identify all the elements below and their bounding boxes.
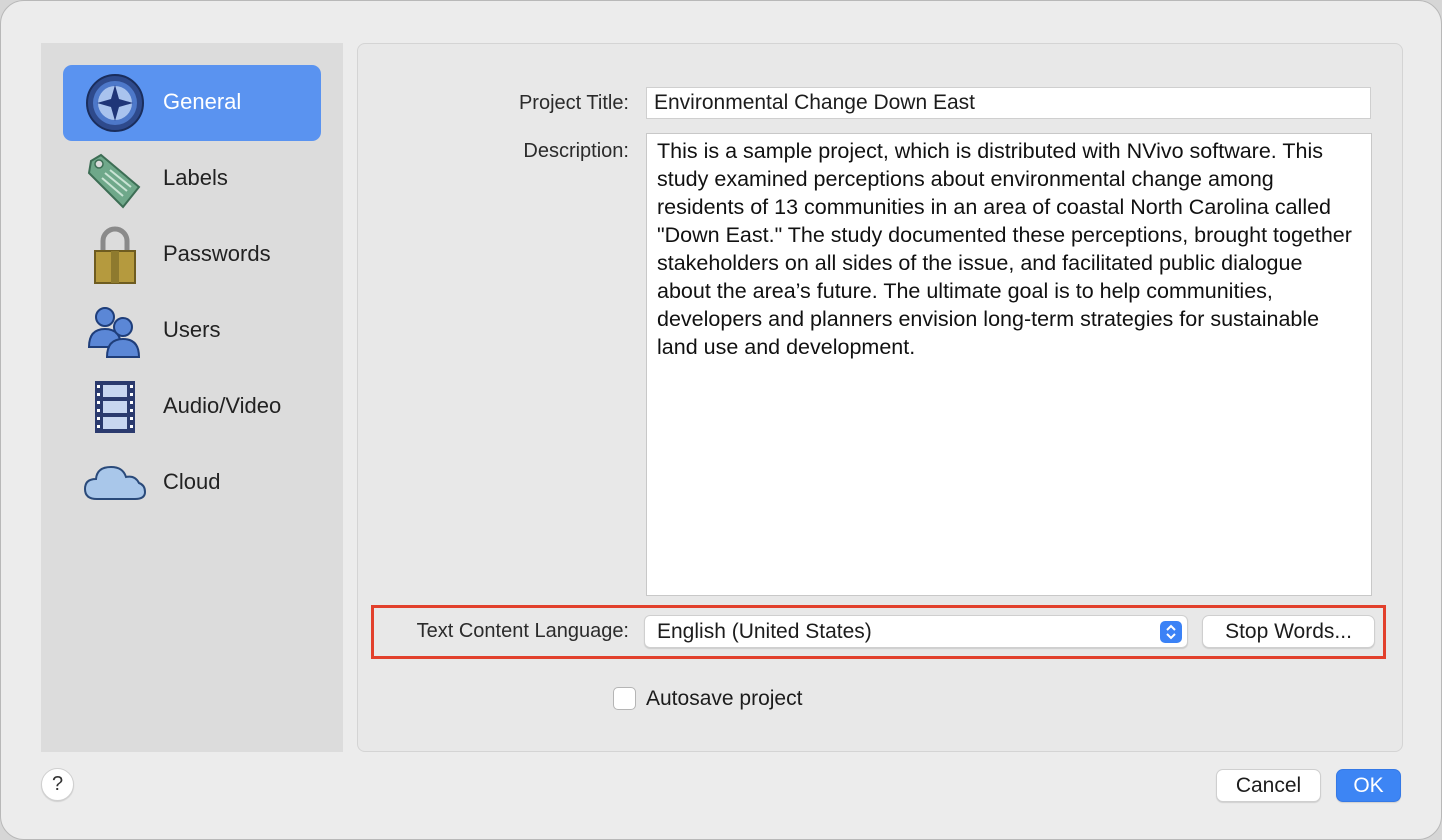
- sidebar-item-users[interactable]: Users: [63, 293, 321, 369]
- sidebar-item-label: Passwords: [163, 241, 271, 266]
- users-icon: [83, 299, 147, 363]
- nvivo-star-icon: [83, 71, 147, 135]
- select-arrows-icon: [1160, 621, 1182, 643]
- tag-icon: [83, 147, 147, 211]
- sidebar-item-cloud[interactable]: Cloud: [63, 445, 321, 521]
- autosave-checkbox[interactable]: [613, 687, 636, 710]
- sidebar-item-general[interactable]: General: [63, 65, 321, 141]
- sidebar: General Labels Passwords Users Audio/Vid…: [41, 43, 343, 752]
- text-content-language-label: Text Content Language:: [416, 620, 629, 642]
- help-button[interactable]: ?: [41, 768, 74, 801]
- description-textarea[interactable]: This is a sample project, which is distr…: [646, 133, 1372, 596]
- project-properties-dialog: General Labels Passwords Users Audio/Vid…: [0, 0, 1442, 840]
- sidebar-item-label: General: [163, 89, 242, 114]
- stop-words-button[interactable]: Stop Words...: [1202, 615, 1375, 648]
- sidebar-item-label: Audio/Video: [163, 393, 282, 418]
- autosave-label[interactable]: Autosave project: [646, 687, 802, 711]
- project-title-field[interactable]: Environmental Change Down East: [646, 87, 1371, 119]
- sidebar-item-labels[interactable]: Labels: [63, 141, 321, 217]
- sidebar-item-audio-video[interactable]: Audio/Video: [63, 369, 321, 445]
- sidebar-item-label: Cloud: [163, 469, 221, 494]
- language-select[interactable]: English (United States): [644, 615, 1188, 648]
- project-title-label: Project Title:: [518, 92, 629, 114]
- cloud-icon: [83, 451, 147, 515]
- description-label: Description:: [523, 140, 629, 162]
- cancel-button[interactable]: Cancel: [1216, 769, 1321, 802]
- padlock-icon: [83, 223, 147, 287]
- ok-button[interactable]: OK: [1336, 769, 1401, 802]
- sidebar-item-passwords[interactable]: Passwords: [63, 217, 321, 293]
- sidebar-item-label: Users: [163, 317, 221, 342]
- sidebar-item-label: Labels: [163, 165, 228, 190]
- language-select-value: English (United States): [657, 620, 872, 643]
- film-strip-icon: [83, 375, 147, 439]
